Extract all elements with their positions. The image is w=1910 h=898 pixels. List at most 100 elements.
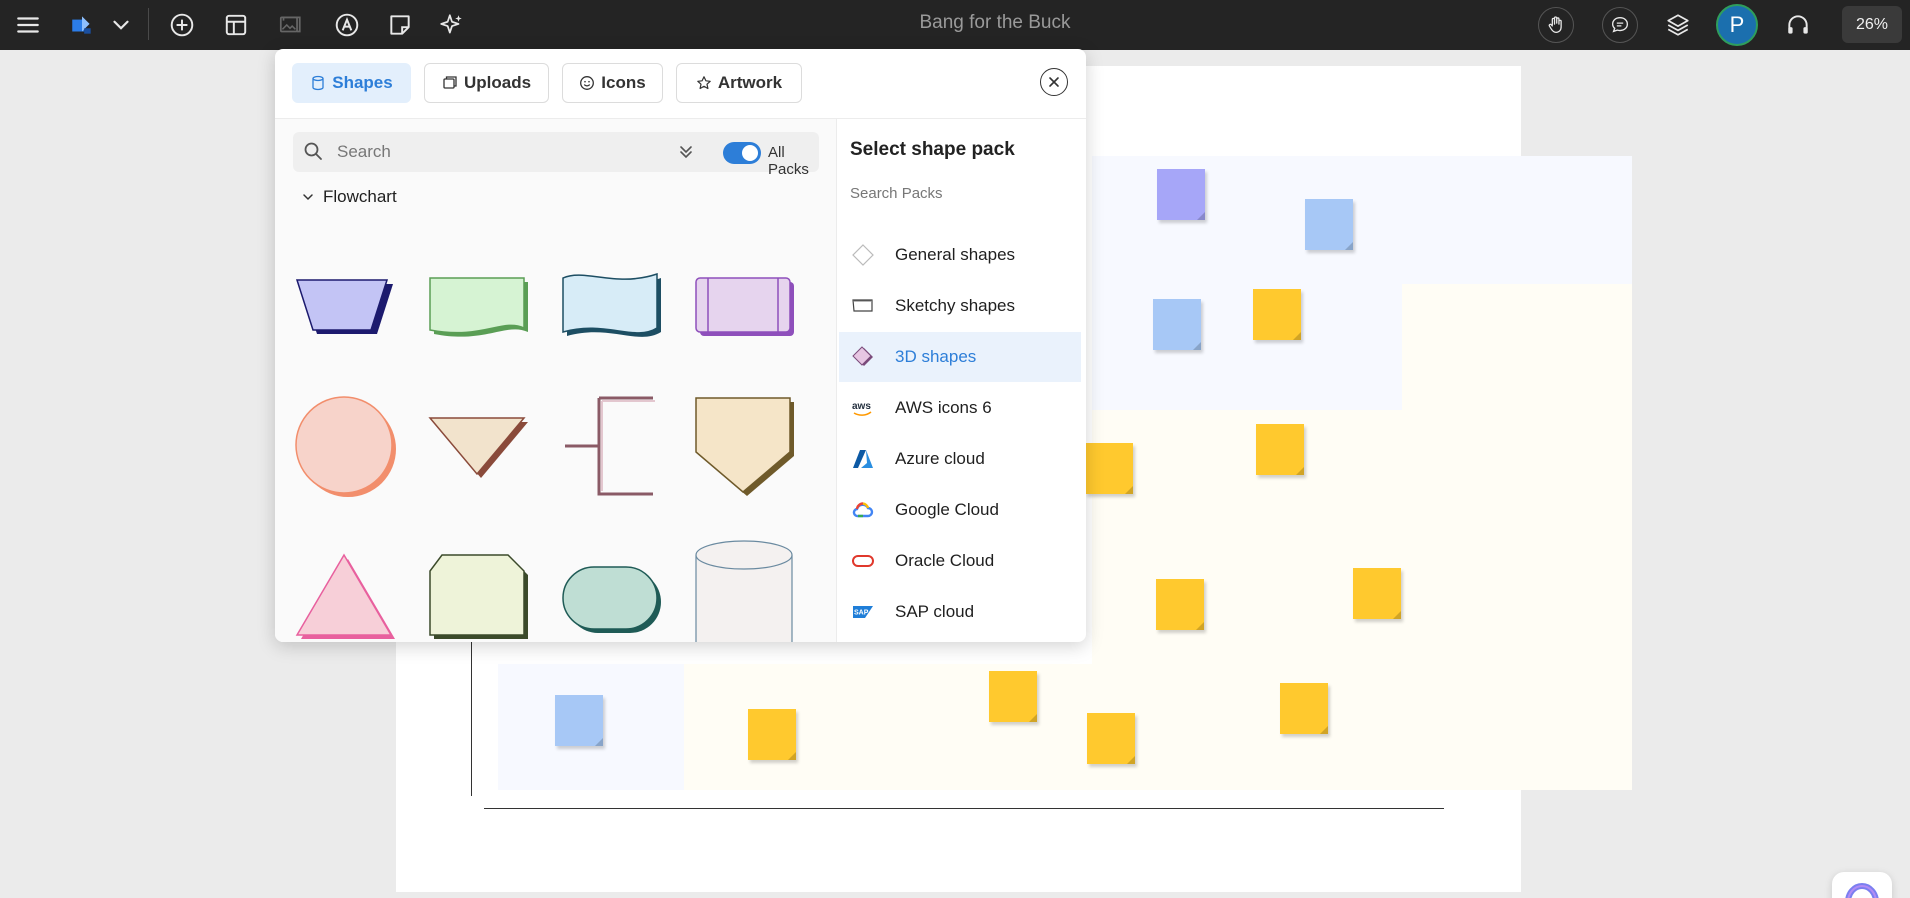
sticky-note[interactable]	[1085, 443, 1133, 494]
shape-off-page-connector[interactable]	[692, 394, 796, 498]
layers-icon[interactable]	[1660, 7, 1696, 43]
google-cloud-icon	[852, 502, 874, 518]
ai-sparkle-icon[interactable]	[434, 7, 470, 43]
pack-label: SAP cloud	[895, 602, 975, 621]
search-icon	[304, 142, 322, 160]
smiley-icon	[580, 76, 595, 90]
pack-aws-icons[interactable]: aws AWS icons 6	[839, 383, 1081, 433]
shape-manual-operation[interactable]	[293, 254, 397, 358]
help-assistant-button[interactable]	[1832, 872, 1892, 898]
shape-search-input[interactable]	[337, 140, 637, 164]
shape-pack-title: Select shape pack	[850, 139, 1015, 160]
svg-text:SAP: SAP	[854, 610, 869, 617]
shape-merge-triangle[interactable]	[426, 394, 530, 498]
aws-icon: aws	[852, 401, 872, 416]
matrix-cell	[1092, 284, 1402, 410]
shape-database[interactable]	[692, 539, 796, 642]
pack-search-input[interactable]	[850, 179, 1070, 207]
sap-icon: SAP	[853, 606, 873, 618]
shape-annotation[interactable]	[559, 394, 663, 498]
add-circle-icon[interactable]	[164, 7, 200, 43]
hand-tool-icon[interactable]	[1538, 7, 1574, 43]
shapes-panel: Shapes Uploads Icons Artwork All Packs	[275, 49, 1086, 642]
template-icon[interactable]	[218, 7, 254, 43]
shape-predefined-process[interactable]	[692, 254, 796, 358]
sticky-note[interactable]	[1280, 683, 1328, 734]
comments-icon[interactable]	[1602, 7, 1638, 43]
document-title[interactable]: Bang for the Buck	[895, 12, 1095, 34]
3d-diamond-icon	[852, 346, 873, 366]
pack-google-cloud[interactable]: Google Cloud	[839, 485, 1081, 535]
pack-sketchy-shapes[interactable]: Sketchy shapes	[839, 281, 1081, 331]
tab-artwork[interactable]: Artwork	[676, 63, 802, 103]
tab-uploads[interactable]: Uploads	[424, 63, 549, 103]
pack-label: 3D shapes	[895, 347, 977, 366]
sticky-note[interactable]	[1253, 289, 1301, 340]
cylinder-icon	[312, 75, 324, 91]
svg-text:aws: aws	[852, 401, 871, 412]
tab-label: Artwork	[717, 73, 783, 92]
tab-label: Shapes	[332, 73, 393, 92]
sticky-note[interactable]	[1353, 568, 1401, 619]
chevron-down-icon[interactable]	[104, 7, 138, 43]
toolbar-divider	[148, 8, 149, 40]
sticky-note[interactable]	[748, 709, 796, 760]
sticky-note[interactable]	[1157, 169, 1205, 220]
pen-tool-icon[interactable]	[329, 7, 365, 43]
oracle-icon	[852, 555, 874, 567]
sticky-note[interactable]	[1305, 199, 1353, 250]
pack-sap-cloud[interactable]: SAP SAP cloud	[839, 587, 1081, 637]
tab-shapes[interactable]: Shapes	[292, 63, 411, 103]
sticky-note[interactable]	[1087, 713, 1135, 764]
top-toolbar: Bang for the Buck P 26%	[0, 0, 1910, 50]
pack-label: Oracle Cloud	[895, 551, 995, 570]
close-icon	[1049, 77, 1059, 87]
pack-label: Sketchy shapes	[895, 296, 1016, 315]
y-axis-line	[471, 640, 472, 796]
shape-triangle[interactable]	[293, 539, 397, 642]
sticky-note[interactable]	[989, 671, 1037, 722]
section-title: Flowchart	[323, 187, 397, 206]
pack-label: Azure cloud	[895, 449, 985, 468]
tab-icons[interactable]: Icons	[562, 63, 663, 103]
hamburger-menu-icon[interactable]	[10, 7, 46, 43]
shape-search-box: All Packs	[293, 132, 819, 178]
panel-tabs: Shapes Uploads Icons Artwork	[275, 49, 1086, 119]
zoom-level[interactable]: 26%	[1842, 6, 1902, 43]
close-panel-button[interactable]	[1040, 68, 1068, 96]
headphones-icon[interactable]	[1780, 7, 1816, 43]
sticky-note[interactable]	[1156, 579, 1204, 630]
shape-tape[interactable]	[559, 254, 663, 358]
flowchart-section-header[interactable]: Flowchart	[301, 187, 397, 207]
pack-azure-cloud[interactable]: Azure cloud	[839, 434, 1081, 484]
matrix-cell	[684, 664, 1632, 790]
sketchy-rectangle-icon	[852, 299, 873, 312]
shape-document[interactable]	[426, 254, 530, 358]
shape-terminator[interactable]	[559, 539, 663, 642]
shape-pack-pane: Select shape pack General shapes Sketchy…	[836, 119, 1086, 642]
sticky-note[interactable]	[555, 695, 603, 746]
tab-label: Icons	[601, 73, 646, 92]
collapse-chevrons-icon[interactable]	[677, 143, 695, 161]
azure-icon	[853, 450, 873, 468]
tab-label: Uploads	[463, 73, 532, 92]
pack-label: Google Cloud	[895, 500, 999, 519]
shapes-list-pane: All Packs Flowchart	[275, 119, 836, 642]
pack-general-shapes[interactable]: General shapes	[839, 230, 1081, 280]
chevron-down-icon	[303, 194, 313, 201]
shape-preparation[interactable]	[426, 539, 530, 642]
user-avatar[interactable]: P	[1716, 4, 1758, 46]
pack-label: AWS icons 6	[895, 398, 992, 417]
diamond-outline-icon	[852, 244, 874, 266]
shapes-logo-icon[interactable]	[64, 7, 100, 43]
sticky-note[interactable]	[1256, 424, 1304, 475]
shape-circle[interactable]	[293, 394, 397, 498]
pack-oracle-cloud[interactable]: Oracle Cloud	[839, 536, 1081, 586]
sticky-note[interactable]	[1153, 299, 1201, 350]
sticky-note-icon[interactable]	[382, 7, 418, 43]
x-axis-line	[484, 808, 1444, 809]
all-packs-toggle[interactable]	[723, 142, 761, 164]
images-icon	[443, 76, 457, 89]
star-icon	[697, 76, 711, 90]
pack-3d-shapes[interactable]: 3D shapes	[839, 332, 1081, 382]
